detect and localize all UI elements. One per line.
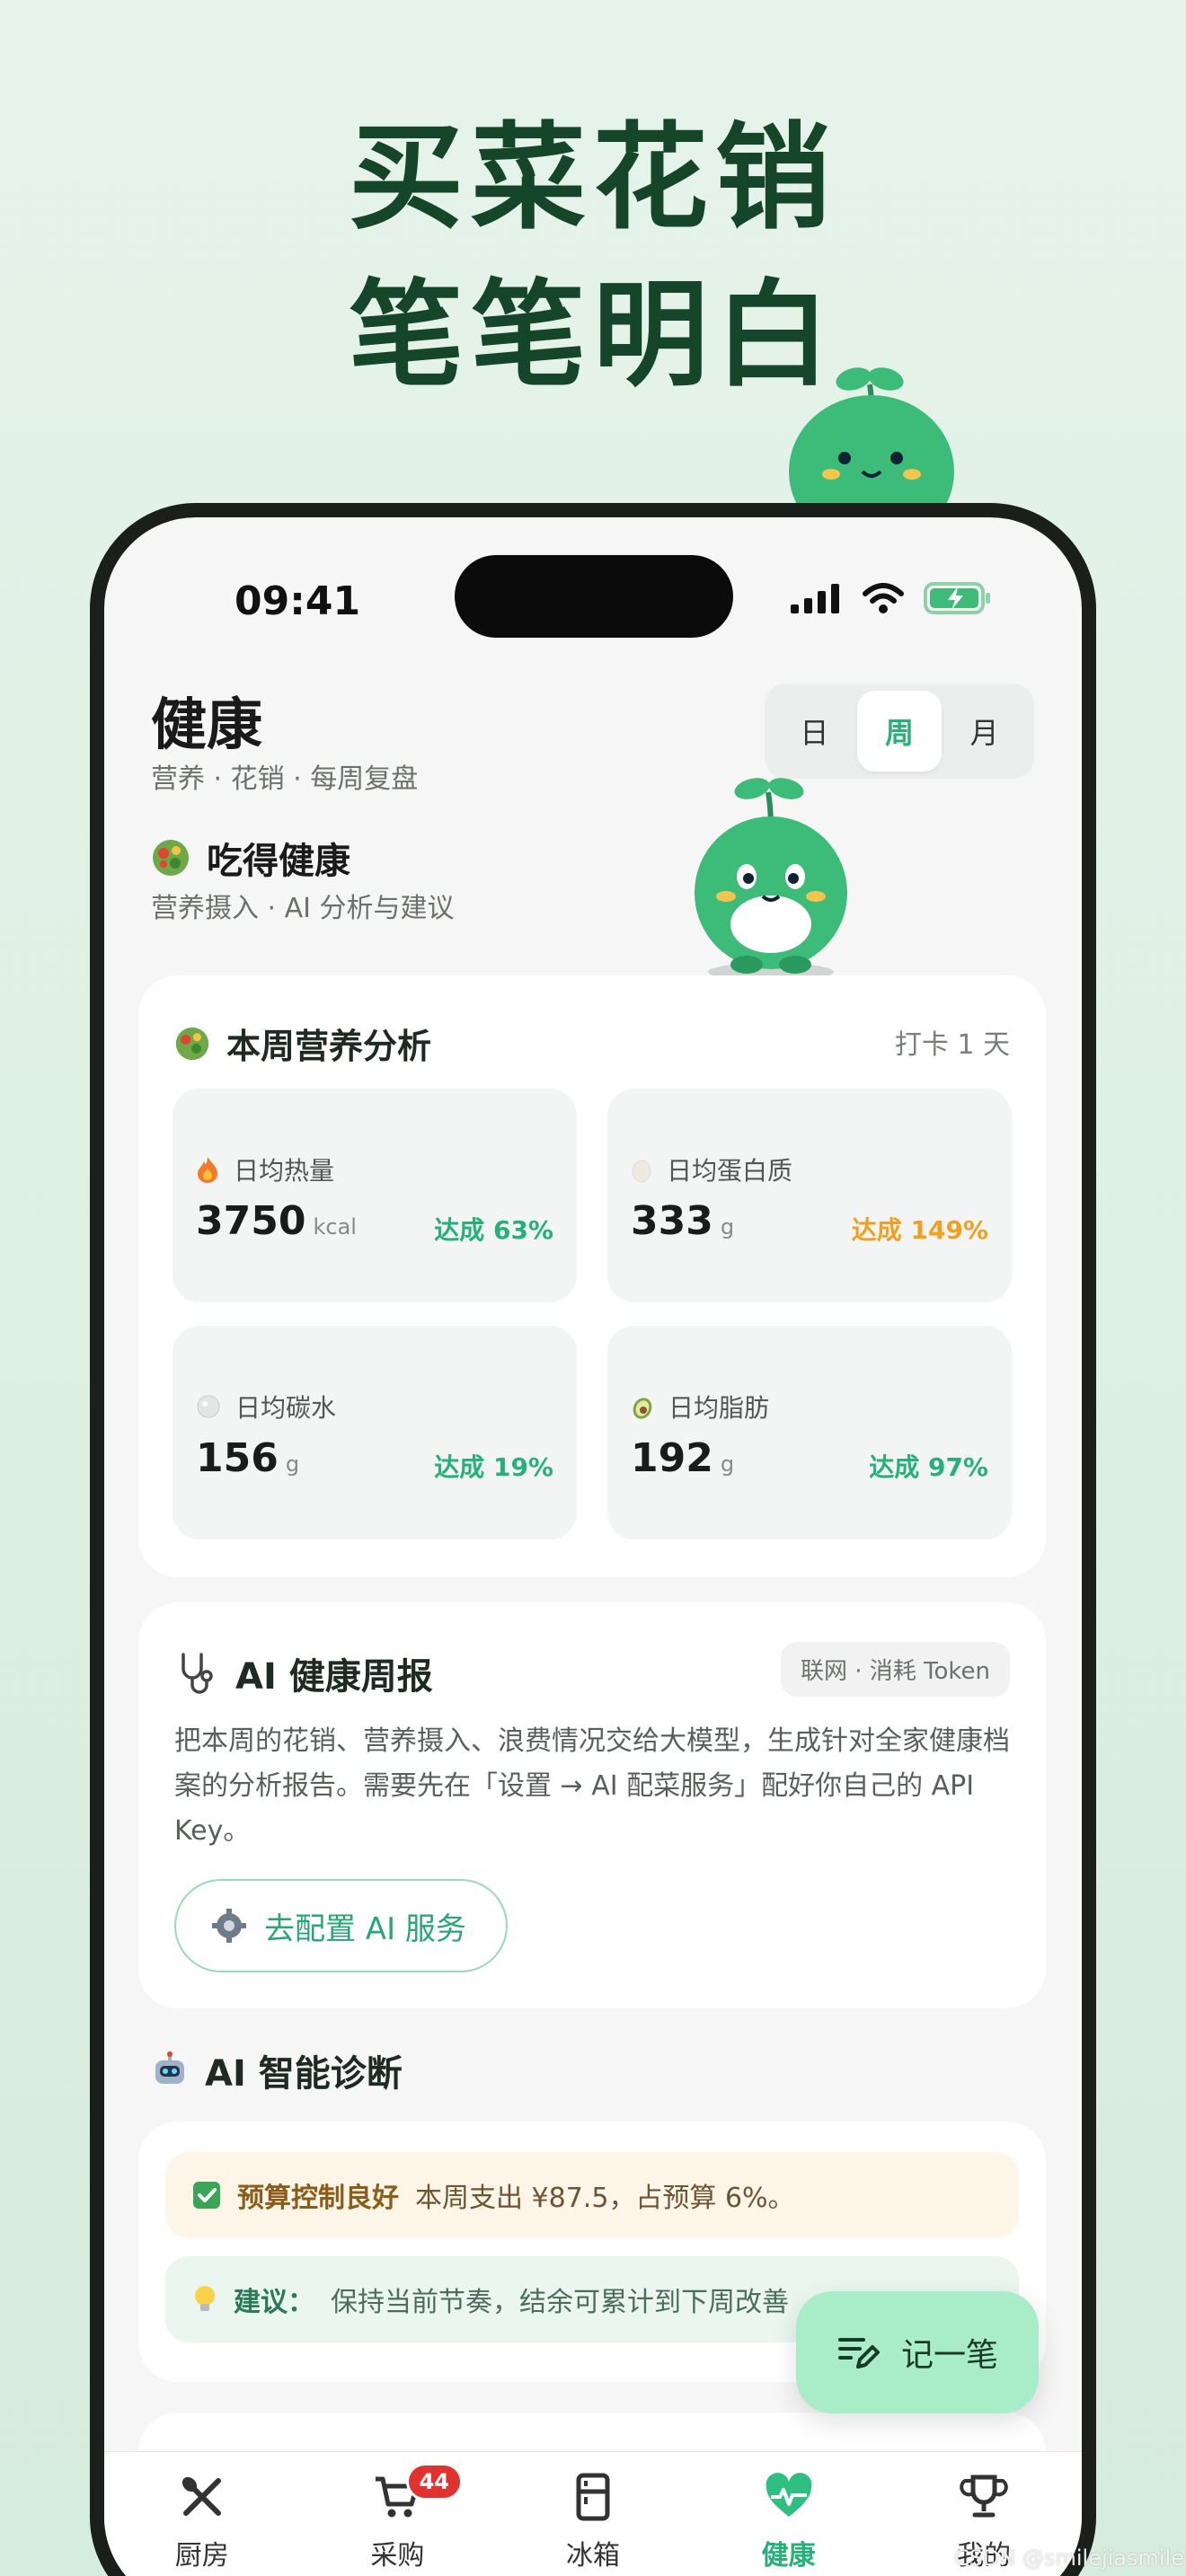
budget-alert-title: 预算控制良好	[237, 2183, 399, 2214]
dynamic-island	[455, 555, 733, 638]
period-segmented-control: 日 周 月	[765, 684, 1034, 779]
section-eat-title: 吃得健康	[207, 841, 350, 882]
hero-title-line2: 笔笔明白	[348, 269, 837, 402]
stat-value: 156	[196, 1435, 279, 1481]
avocado-icon	[633, 1398, 652, 1419]
budget-alert-text: 本周支出 ¥87.5，占预算 6%。	[415, 2183, 795, 2214]
suggestion-label: 建议：	[234, 2287, 314, 2318]
salad-icon	[175, 1027, 209, 1060]
stat-label: 日均热量	[234, 1156, 335, 1186]
check-box-icon	[193, 2182, 220, 2209]
tab-fridge[interactable]: 冰箱	[495, 2452, 691, 2576]
segment-week[interactable]: 周	[856, 691, 943, 772]
add-record-fab[interactable]: 记一笔	[796, 2291, 1039, 2413]
checkin-count: 打卡 1 天	[894, 1029, 1010, 1061]
nutrition-card-title: 本周营养分析	[226, 1027, 432, 1066]
stat-percent: 达成 97%	[869, 1452, 988, 1482]
robot-icon	[155, 2051, 184, 2084]
stethoscope-icon	[181, 1653, 213, 1694]
bottom-tab-bar: 厨房 44 采购 冰箱 健康 我的	[104, 2451, 1082, 2576]
ai-report-card: AI 健康周报 联网 · 消耗 Token 把本周的花销、营养摄入、浪费情况交给…	[138, 1602, 1046, 2008]
stat-protein[interactable]: 日均蛋白质 333 g 达成 149%	[607, 1089, 1012, 1302]
stat-carbs[interactable]: 日均碳水 156 g 达成 19%	[173, 1326, 577, 1539]
egg-icon	[632, 1160, 651, 1183]
stat-value-row: 333 g	[631, 1198, 734, 1244]
salad-icon	[153, 840, 189, 876]
stat-label-row: 日均热量	[196, 1151, 334, 1187]
ai-report-title: AI 健康周报	[235, 1656, 433, 1698]
watermark: CSDN @smilejiasmile	[953, 2545, 1184, 2571]
kitchen-icon	[181, 2476, 221, 2516]
stat-unit: g	[720, 1214, 735, 1239]
gear-icon	[212, 1909, 246, 1943]
status-icons	[791, 582, 992, 614]
rice-icon	[197, 1395, 220, 1418]
stat-fat[interactable]: 日均脂肪 192 g 达成 97%	[607, 1326, 1012, 1539]
lightbulb-icon	[195, 2286, 215, 2311]
trophy-icon	[960, 2475, 1008, 2518]
stat-percent: 达成 19%	[434, 1452, 553, 1482]
section-eat-header: 吃得健康	[151, 832, 350, 884]
tab-label: 采购	[370, 2540, 425, 2572]
stat-unit: g	[720, 1451, 735, 1477]
tab-shopping[interactable]: 44 采购	[300, 2452, 496, 2576]
mascot-sprout-icon	[695, 778, 847, 981]
stat-label: 日均脂肪	[668, 1393, 770, 1423]
add-record-label: 记一笔	[900, 2337, 998, 2374]
stat-label-row: 日均碳水	[196, 1389, 336, 1425]
diagnosis-header: AI 智能诊断	[151, 2044, 403, 2096]
hero-title-line1: 买菜花销	[348, 111, 837, 245]
signal-icon	[791, 584, 839, 613]
status-time: 09:41	[235, 578, 361, 624]
stat-value: 3750	[196, 1198, 306, 1244]
stat-value: 333	[631, 1198, 713, 1244]
stat-label-row: 日均蛋白质	[631, 1151, 792, 1187]
stat-value-row: 156 g	[196, 1435, 299, 1481]
ai-report-header: AI 健康周报	[174, 1647, 433, 1699]
nutrition-card: 本周营养分析 打卡 1 天 日均热量 3750 kcal 达成 63% 日均蛋白质…	[138, 975, 1046, 1577]
configure-ai-button-label: 去配置 AI 服务	[264, 1910, 466, 1947]
stat-label: 日均蛋白质	[667, 1156, 793, 1186]
segment-month[interactable]: 月	[942, 691, 1027, 772]
budget-alert: 预算控制良好 本周支出 ¥87.5，占预算 6%。	[165, 2152, 1019, 2238]
stat-percent: 达成 149%	[851, 1215, 988, 1245]
stat-value-row: 3750 kcal	[196, 1198, 357, 1244]
stat-unit: kcal	[313, 1214, 357, 1239]
phone-frame: 09:41 健康 营养 · 花销 · 每周复盘 日 周 月 吃得健康 营养摄入 …	[90, 503, 1096, 2576]
mascot-sprout-icon	[789, 367, 954, 512]
edit-list-icon	[837, 2338, 880, 2369]
suggestion-text: 保持当前节奏，结余可累计到下周改善	[331, 2287, 789, 2318]
wifi-icon	[863, 583, 904, 613]
fire-icon	[198, 1157, 217, 1183]
cart-badge: 44	[405, 2463, 463, 2501]
section-eat-subtitle: 营养摄入 · AI 分析与建议	[151, 893, 455, 924]
stat-label-row: 日均脂肪	[631, 1389, 769, 1425]
stat-label: 日均碳水	[235, 1393, 337, 1423]
status-bar: 09:41	[104, 517, 1082, 661]
page-subtitle: 营养 · 花销 · 每周复盘	[151, 763, 419, 795]
page-title: 健康	[151, 692, 263, 757]
tab-label: 冰箱	[565, 2540, 620, 2572]
segment-day[interactable]: 日	[772, 691, 857, 772]
stat-calories[interactable]: 日均热量 3750 kcal 达成 63%	[173, 1089, 577, 1302]
fridge-icon	[576, 2473, 610, 2521]
tab-kitchen[interactable]: 厨房	[104, 2452, 300, 2576]
configure-ai-button[interactable]: 去配置 AI 服务	[174, 1879, 508, 1972]
stat-percent: 达成 63%	[434, 1215, 553, 1245]
stat-unit: g	[285, 1451, 300, 1477]
token-tag: 联网 · 消耗 Token	[780, 1642, 1010, 1697]
stat-value-row: 192 g	[631, 1435, 734, 1481]
tab-label: 厨房	[174, 2540, 229, 2572]
tab-label: 健康	[761, 2540, 816, 2572]
nutrition-card-header: 本周营养分析	[174, 1019, 431, 1068]
ai-report-description: 把本周的花销、营养摄入、浪费情况交给大模型，生成针对全家健康档案的分析报告。需要…	[174, 1725, 1010, 1847]
stat-value: 192	[631, 1435, 713, 1481]
tab-health[interactable]: 健康	[691, 2452, 887, 2576]
heart-pulse-icon	[766, 2473, 811, 2517]
diagnosis-title: AI 智能诊断	[205, 2053, 403, 2095]
battery-charging-icon	[924, 582, 990, 614]
